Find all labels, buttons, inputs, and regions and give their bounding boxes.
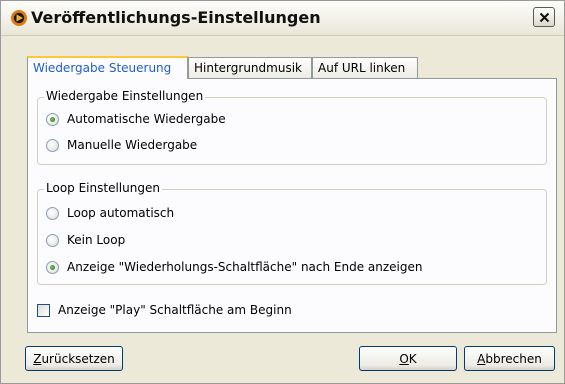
- radio-button[interactable]: [46, 233, 59, 247]
- close-button[interactable]: [533, 7, 555, 27]
- tab-panel: Wiedergabe Einstellungen Automatische Wi…: [27, 78, 557, 333]
- cancel-label: bbrechen: [485, 351, 542, 366]
- reset-button[interactable]: Zurücksetzen: [25, 346, 123, 371]
- checkbox-label: Anzeige "Play" Schaltfläche am Beginn: [58, 303, 292, 317]
- playback-settings-group: Wiedergabe Einstellungen Automatische Wi…: [37, 89, 547, 165]
- radio-automatic-playback[interactable]: Automatische Wiedergabe: [46, 111, 226, 127]
- reset-label: urücksetzen: [41, 351, 115, 366]
- group-legend: Wiedergabe Einstellungen: [44, 89, 206, 103]
- radio-label: Manuelle Wiedergabe: [67, 138, 198, 152]
- cancel-accesskey: A: [477, 351, 486, 366]
- radio-button[interactable]: [46, 260, 59, 274]
- loop-settings-group: Loop Einstellungen Loop automatisch Kein…: [37, 181, 547, 285]
- radio-no-loop[interactable]: Kein Loop: [46, 232, 125, 248]
- group-legend: Loop Einstellungen: [44, 181, 162, 195]
- radio-button[interactable]: [46, 112, 59, 126]
- radio-button[interactable]: [46, 138, 59, 152]
- radio-label: Automatische Wiedergabe: [67, 112, 226, 126]
- ok-button[interactable]: OK: [359, 346, 457, 371]
- reset-accesskey: Z: [33, 351, 42, 366]
- radio-label: Loop automatisch: [67, 206, 175, 220]
- checkbox-show-play-button[interactable]: Anzeige "Play" Schaltfläche am Beginn: [37, 302, 292, 318]
- ok-accesskey: O: [399, 351, 409, 366]
- checkbox[interactable]: [37, 303, 50, 317]
- tab-label: Wiedergabe Steuerung: [33, 61, 172, 75]
- cancel-button[interactable]: Abbrechen: [464, 346, 555, 371]
- window-title: Veröffentlichungs-Einstellungen: [31, 8, 321, 27]
- radio-show-repeat-button[interactable]: Anzeige "Wiederholungs-Schaltfläche" nac…: [46, 259, 423, 275]
- tab-hintergrundmusik[interactable]: Hintergrundmusik: [188, 57, 312, 78]
- tab-wiedergabe-steuerung[interactable]: Wiedergabe Steuerung: [27, 56, 188, 79]
- radio-loop-automatic[interactable]: Loop automatisch: [46, 205, 174, 221]
- close-icon: [539, 12, 550, 23]
- tab-label: Hintergrundmusik: [194, 61, 302, 75]
- tab-auf-url-linken[interactable]: Auf URL linken: [312, 57, 418, 78]
- radio-manual-playback[interactable]: Manuelle Wiedergabe: [46, 137, 197, 153]
- publish-settings-dialog: Veröffentlichungs-Einstellungen Wiederga…: [0, 0, 565, 384]
- title-bar: Veröffentlichungs-Einstellungen: [1, 1, 564, 36]
- app-logo-icon: [10, 9, 28, 27]
- tab-label: Auf URL linken: [318, 61, 406, 75]
- ok-label: K: [408, 351, 417, 366]
- radio-button[interactable]: [46, 206, 59, 220]
- radio-label: Anzeige "Wiederholungs-Schaltfläche" nac…: [67, 260, 423, 274]
- radio-label: Kein Loop: [67, 233, 126, 247]
